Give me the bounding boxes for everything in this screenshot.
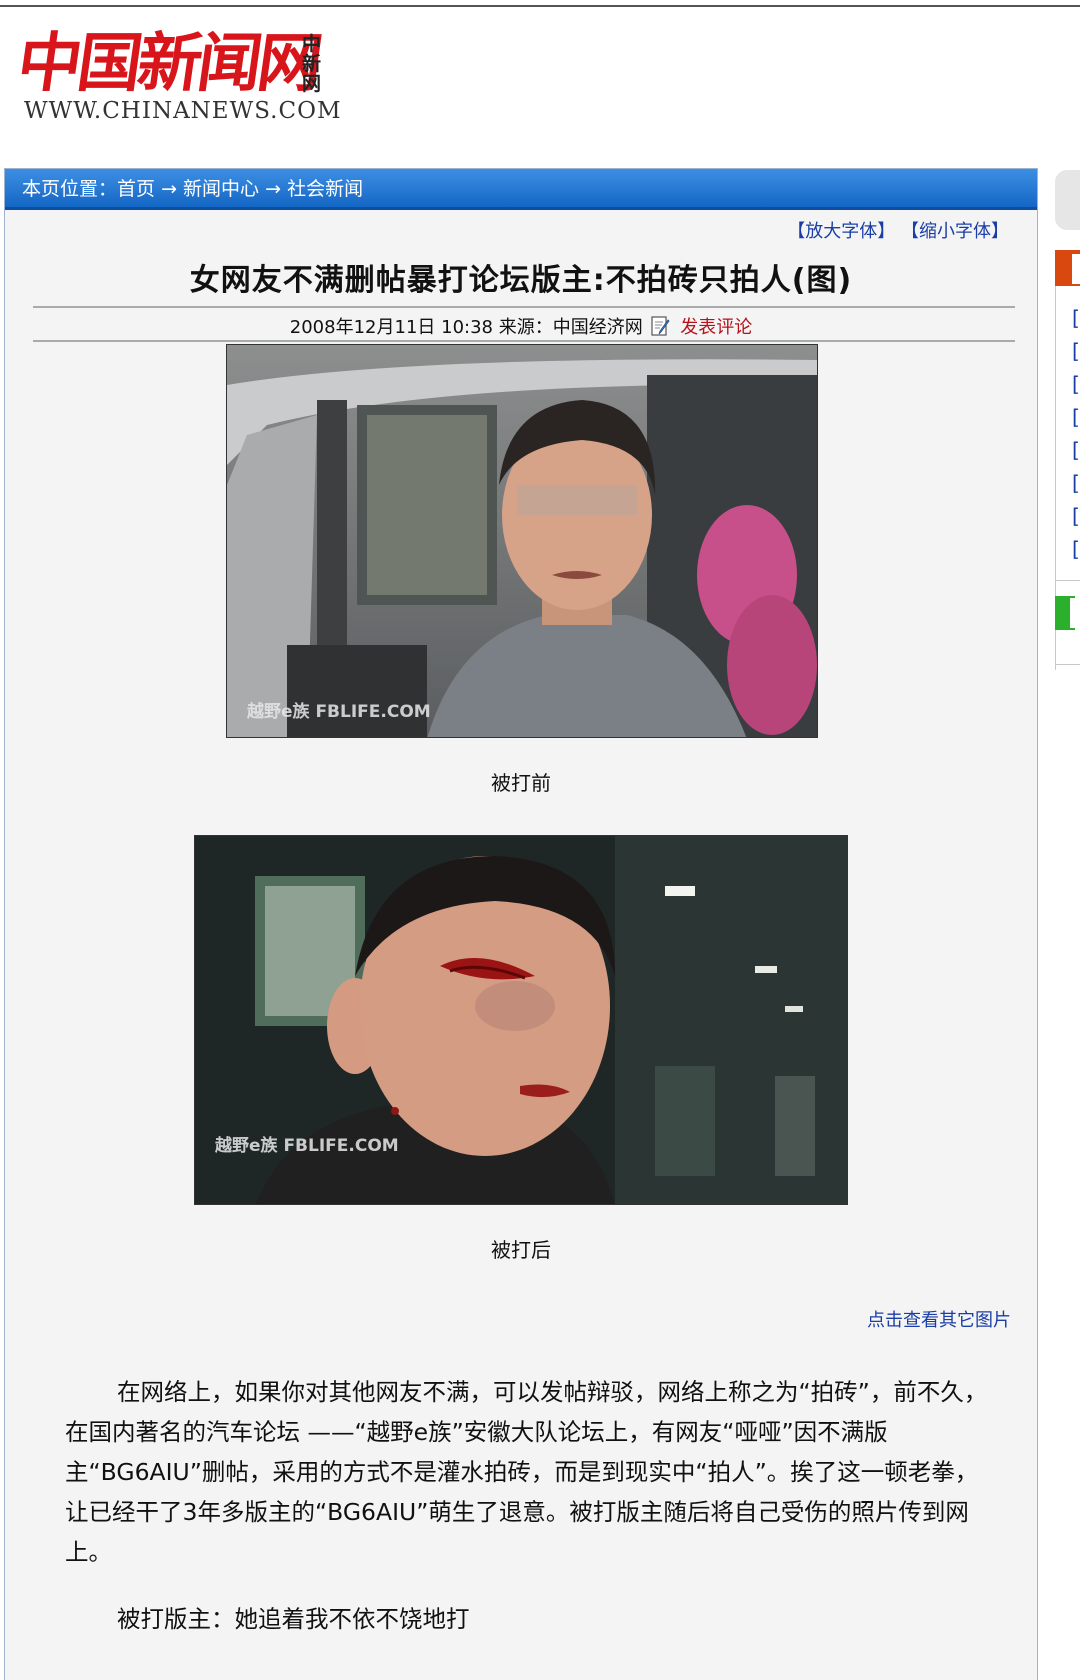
font-size-controls: 【放大字体】 【缩小字体】 [787,217,1009,243]
sidebar-link[interactable]: [ [1072,339,1080,363]
breadcrumb-news-center[interactable]: 新闻中心 [183,178,259,200]
article-title: 女网友不满删帖暴打论坛版主:不拍砖只拍人(图) [189,263,853,298]
breadcrumb-society-news[interactable]: 社会新闻 [287,178,363,200]
sidebar-link[interactable]: [ [1072,372,1080,396]
sidebar-link[interactable]: [ [1072,471,1080,495]
photo-watermark: 越野e族 FBLIFE.COM [214,1135,399,1156]
photo-after-attack[interactable]: 越野e族 FBLIFE.COM [194,835,848,1205]
top-rule [0,5,1080,7]
divider [1055,580,1080,581]
pencil-icon[interactable] [650,315,672,337]
sidebar-link[interactable]: [ [1072,306,1080,330]
shrink-font-link[interactable]: 【缩小字体】 [901,221,1009,242]
photo-before-image: 越野e族 FBLIFE.COM [227,345,817,737]
divider [33,306,1015,308]
breadcrumb: 本页位置：首页 → 新闻中心 → 社会新闻 [5,169,1037,210]
photo-before-attack[interactable]: 越野e族 FBLIFE.COM [226,344,818,738]
sidebar-link[interactable]: [ [1072,504,1080,528]
article-container: 本页位置：首页 → 新闻中心 → 社会新闻 【放大字体】 【缩小字体】 女网友不… [4,168,1038,1680]
photo-watermark: 越野e族 FBLIFE.COM [246,701,431,722]
enlarge-font-link[interactable]: 【放大字体】 [787,221,895,242]
post-comment-link[interactable]: 发表评论 [680,317,752,338]
breadcrumb-home[interactable]: 首页 [117,178,155,200]
logo-url: WWW.CHINANEWS.COM [24,98,342,124]
sidebar-section-header [1070,598,1080,628]
logo-text: 中国新闻网 [12,26,324,101]
breadcrumb-separator: → [161,178,177,200]
article-source: 中国经济网 [552,317,643,338]
sidebar-link[interactable]: [ [1072,537,1080,561]
breadcrumb-label: 本页位置： [22,178,118,200]
article-subheading: 被打版主：她追着我不依不饶地打 [117,1605,470,1633]
article-date: 2008年12月11日 10:38 [289,317,493,338]
photo-after-caption: 被打后 [491,1238,551,1262]
sidebar-link[interactable]: [ [1072,405,1080,429]
breadcrumb-separator: → [265,178,282,200]
article-paragraph: 在网络上，如果你对其他网友不满，可以发帖辩驳，网络上称之为“拍砖”，前不久，在国… [65,1378,988,1566]
divider [1055,664,1080,665]
source-label: 来源： [498,317,553,338]
sidebar-tab[interactable] [1055,170,1080,230]
article-meta: 2008年12月11日 10:38 来源：中国经济网 发表评论 [5,313,1037,339]
view-more-pictures-link[interactable]: 点击查看其它图片 [867,1306,1011,1332]
sidebar-link[interactable]: [ [1072,438,1080,462]
site-logo[interactable]: 中国新闻网 中新网 WWW.CHINANEWS.COM [13,26,341,125]
photo-before-caption: 被打前 [491,771,551,795]
sidebar-header [1072,254,1080,284]
logo-side-text: 中新网 [302,33,322,95]
photo-after-image: 越野e族 FBLIFE.COM [195,836,847,1204]
divider [33,340,1015,342]
